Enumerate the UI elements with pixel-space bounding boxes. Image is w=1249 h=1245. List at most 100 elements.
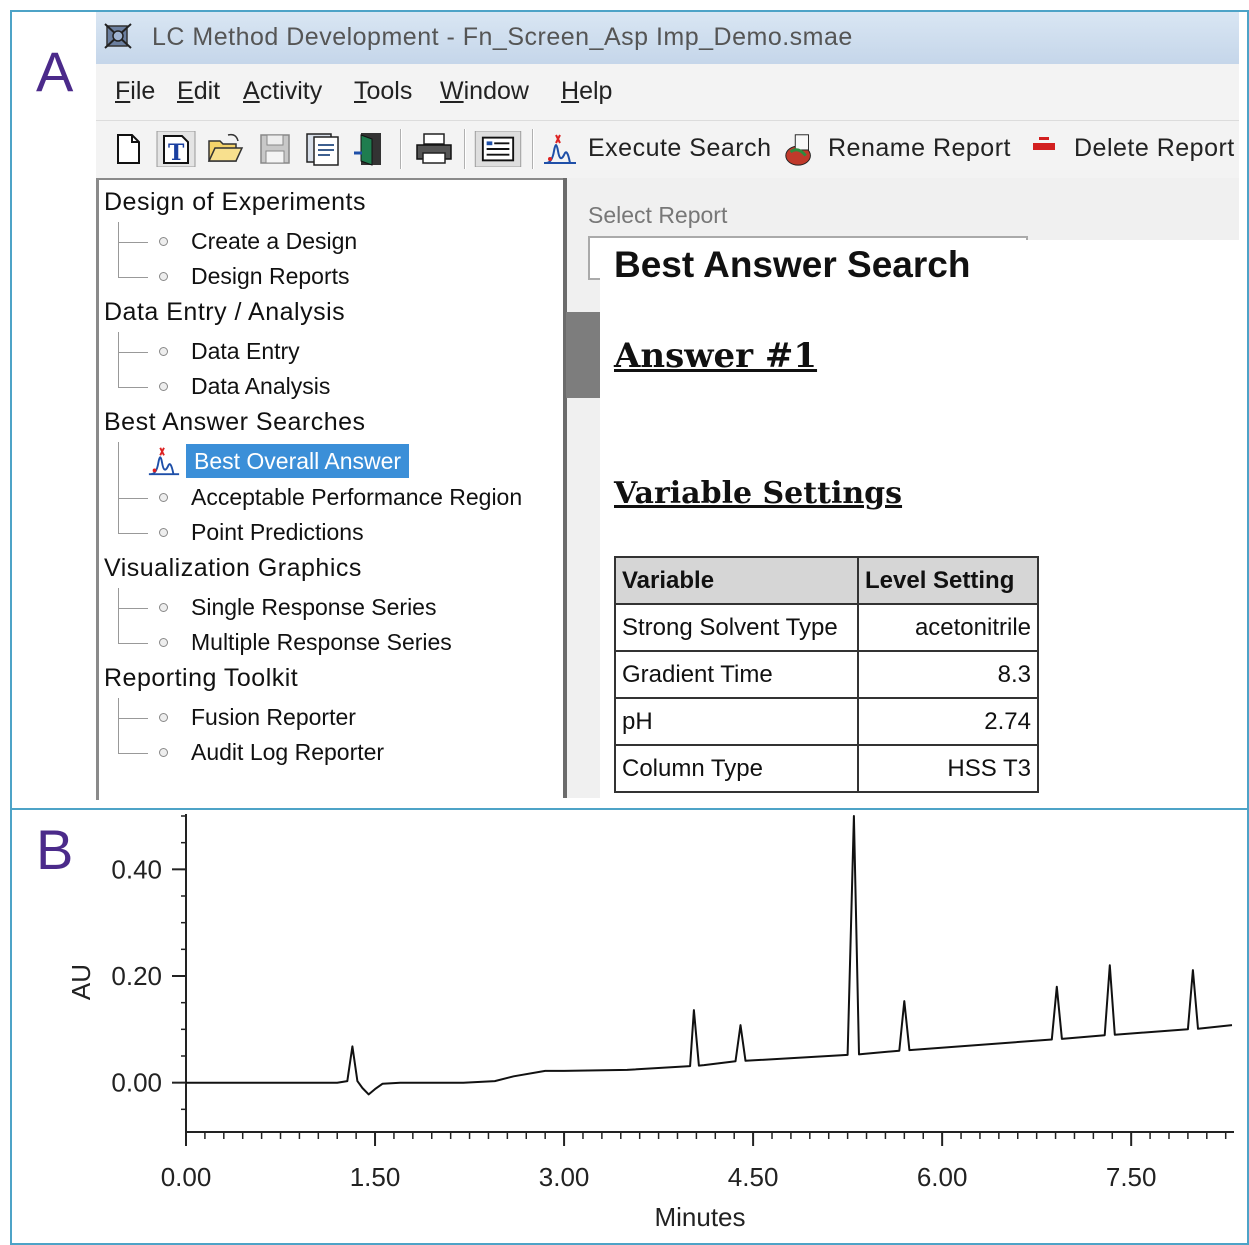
exit-door-icon[interactable] — [352, 131, 388, 167]
toolbar-separator — [532, 129, 534, 169]
rename-report-icon[interactable] — [782, 131, 818, 167]
y-tick-label: 0.20 — [111, 961, 162, 991]
tree-item-single-response-series[interactable]: Single Response Series — [191, 594, 436, 621]
execute-search-icon[interactable] — [542, 131, 578, 167]
tree-item-data-entry[interactable]: Data Entry — [191, 338, 300, 365]
tree-connector — [118, 718, 148, 719]
menu-file[interactable]: File — [115, 77, 155, 106]
tree-group-best-answer-searches[interactable]: Best Answer Searches — [104, 408, 366, 437]
level-setting-cell: HSS T3 — [857, 744, 1039, 793]
tree-item-audit-log-reporter[interactable]: Audit Log Reporter — [191, 739, 384, 766]
delete-report-button[interactable]: Delete Report — [1074, 134, 1235, 163]
toolbar-separator — [400, 129, 402, 169]
variable-cell: Strong Solvent Type — [614, 603, 859, 652]
tree-connector — [118, 643, 148, 644]
tree-group-visualization-graphics[interactable]: Visualization Graphics — [104, 554, 362, 583]
report-scroll-thumb[interactable] — [566, 312, 600, 398]
x-tick-label: 6.00 — [917, 1162, 968, 1192]
tree-bullet-icon — [159, 347, 168, 356]
level-setting-cell: 8.3 — [857, 650, 1039, 699]
table-header-row: Variable Level Setting — [614, 556, 1039, 605]
delete-report-icon[interactable] — [1030, 131, 1060, 167]
select-report-label: Select Report — [588, 202, 728, 228]
tree-connector — [118, 387, 148, 388]
window-title: LC Method Development - Fn_Screen_Asp Im… — [152, 23, 853, 51]
table-row: Gradient Time 8.3 — [614, 650, 1039, 699]
x-tick-label: 3.00 — [539, 1162, 590, 1192]
tree-group-design-of-experiments[interactable]: Design of Experiments — [104, 188, 366, 217]
tree-connector — [118, 533, 148, 534]
report-title: Best Answer Search — [614, 244, 971, 285]
column-header: Variable — [614, 556, 859, 605]
tree-item-data-analysis[interactable]: Data Analysis — [191, 373, 330, 400]
tree-connector — [118, 753, 148, 754]
report-pages-icon[interactable] — [304, 131, 342, 167]
variable-cell: pH — [614, 697, 859, 746]
tree-connector — [118, 442, 119, 534]
toolbar-separator — [464, 129, 466, 169]
tree-bullet-icon — [159, 272, 168, 281]
table-row: Strong Solvent Type acetonitrile — [614, 603, 1039, 652]
x-tick-label: 1.50 — [350, 1162, 401, 1192]
menu-bar: File Edit Activity Tools Window Help — [96, 64, 1239, 120]
tree-connector — [118, 332, 119, 388]
tree-item-acceptable-performance-region[interactable]: Acceptable Performance Region — [191, 484, 522, 511]
tree-connector — [118, 698, 119, 754]
x-tick-label: 7.50 — [1106, 1162, 1157, 1192]
execute-search-icon — [148, 447, 180, 476]
open-folder-icon[interactable] — [206, 131, 244, 167]
x-axis-label: Minutes — [654, 1202, 745, 1232]
variable-cell: Column Type — [614, 744, 859, 793]
tree-bullet-icon — [159, 493, 168, 502]
x-tick-label: 0.00 — [161, 1162, 212, 1192]
panel-a-label: A — [36, 40, 74, 103]
level-setting-cell: 2.74 — [857, 697, 1039, 746]
template-icon[interactable]: T — [156, 131, 196, 167]
app-icon — [104, 23, 132, 49]
y-tick-label: 0.00 — [111, 1068, 162, 1098]
menu-tools[interactable]: Tools — [354, 77, 412, 106]
print-icon[interactable] — [414, 131, 454, 167]
tree-item-best-overall-answer[interactable]: Best Overall Answer — [186, 444, 410, 478]
variable-settings-table: Variable Level Setting Strong Solvent Ty… — [614, 556, 1039, 793]
svg-text:T: T — [168, 140, 185, 166]
y-axis-label: AU — [66, 964, 96, 1000]
tree-item-design-reports[interactable]: Design Reports — [191, 263, 350, 290]
y-tick-label: 0.40 — [111, 854, 162, 884]
tree-connector — [118, 608, 148, 609]
rename-report-button[interactable]: Rename Report — [828, 134, 1011, 163]
menu-edit[interactable]: Edit — [177, 77, 220, 106]
tree-group-data-entry-analysis[interactable]: Data Entry / Analysis — [104, 298, 345, 327]
tree-connector — [118, 352, 148, 353]
menu-window[interactable]: Window — [440, 77, 529, 106]
tree-connector — [118, 242, 148, 243]
tree-bullet-icon — [159, 713, 168, 722]
answer-heading: Answer #1 — [614, 336, 818, 376]
tree-item-fusion-reporter[interactable]: Fusion Reporter — [191, 704, 356, 731]
report-view-icon[interactable] — [474, 131, 522, 167]
menu-activity[interactable]: Activity — [243, 77, 322, 106]
level-setting-cell: acetonitrile — [857, 603, 1039, 652]
column-header: Level Setting — [857, 556, 1039, 605]
x-tick-label: 4.50 — [728, 1162, 779, 1192]
tree-bullet-icon — [159, 603, 168, 612]
variable-settings-heading: Variable Settings — [614, 476, 903, 511]
table-row: pH 2.74 — [614, 697, 1039, 746]
tree-bullet-icon — [159, 528, 168, 537]
tree-item-create-a-design[interactable]: Create a Design — [191, 228, 357, 255]
tree-connector — [118, 588, 119, 644]
save-icon[interactable] — [258, 131, 292, 167]
tree-item-point-predictions[interactable]: Point Predictions — [191, 519, 364, 546]
menu-help[interactable]: Help — [561, 77, 612, 106]
variable-cell: Gradient Time — [614, 650, 859, 699]
table-row: Column Type HSS T3 — [614, 744, 1039, 793]
tree-item-multiple-response-series[interactable]: Multiple Response Series — [191, 629, 452, 656]
new-document-icon[interactable] — [114, 131, 144, 167]
chromatogram-trace — [186, 815, 1233, 1096]
tree-bullet-icon — [159, 638, 168, 647]
tree-group-reporting-toolkit[interactable]: Reporting Toolkit — [104, 664, 298, 693]
execute-search-button[interactable]: Execute Search — [588, 134, 772, 163]
tree-bullet-icon — [159, 237, 168, 246]
tree-bullet-icon — [159, 382, 168, 391]
tree-connector — [118, 277, 148, 278]
